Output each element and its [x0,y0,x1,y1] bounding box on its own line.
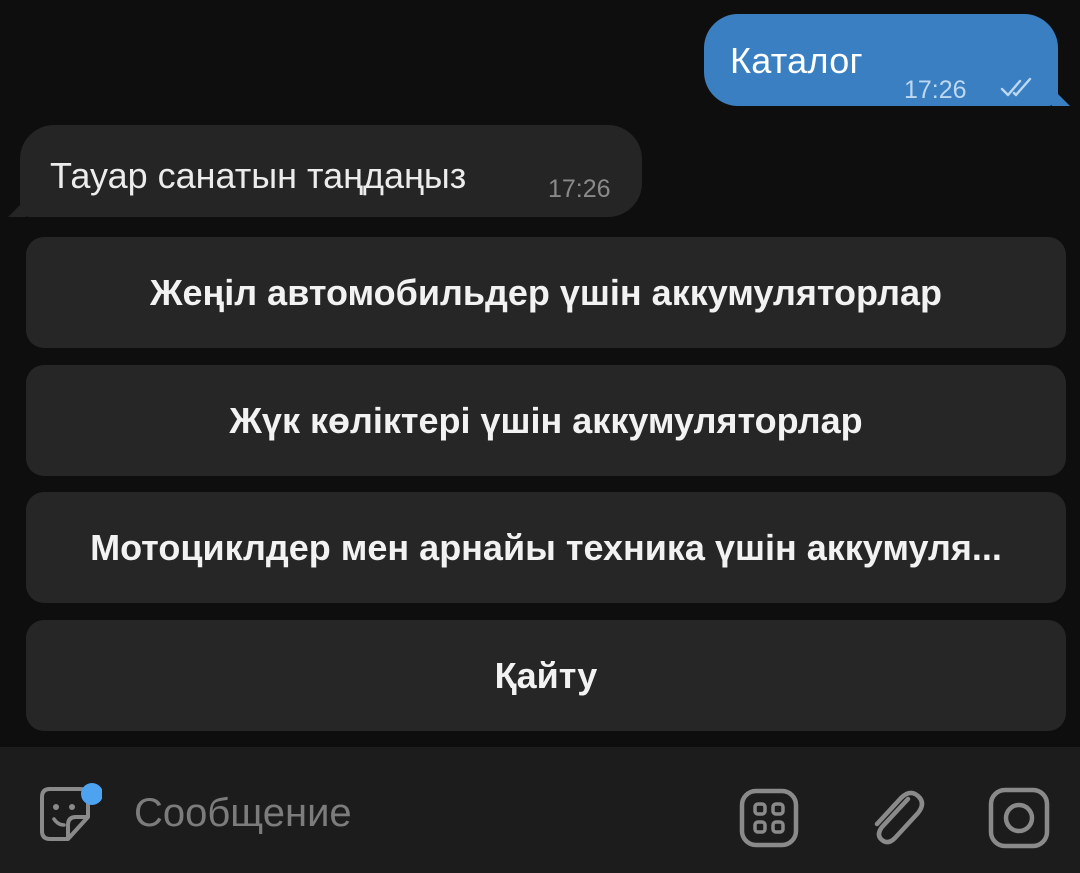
message-input-placeholder[interactable]: Сообщение [134,791,352,836]
bubble-tail [1052,88,1070,106]
outgoing-message-bubble[interactable]: Каталог 17:26 [704,14,1070,106]
attach-icon[interactable] [864,785,928,851]
camera-icon[interactable] [986,785,1052,851]
keyboard-button-label: Жүк көліктері үшін аккумуляторлар [229,399,863,441]
sticker-icon[interactable] [36,783,102,849]
keyboard-button-passenger-car-batteries[interactable]: Жеңіл автомобильдер үшін аккумуляторлар [26,237,1066,348]
outgoing-message-text: Каталог [730,40,863,81]
outgoing-message-time: 17:26 [904,76,967,104]
keyboard-button-truck-batteries[interactable]: Жүк көліктері үшін аккумуляторлар [26,365,1066,476]
keyboard-button-label: Жеңіл автомобильдер үшін аккумуляторлар [150,271,942,313]
chat-screen: Каталог 17:26 Тауар санатын таңдаңыз 17:… [0,0,1080,873]
keyboard-button-label: Қайту [494,654,598,696]
bot-keyboard-icon[interactable] [738,787,800,849]
incoming-message-text: Тауар санатын таңдаңыз [50,155,467,196]
keyboard-button-motorcycle-batteries[interactable]: Мотоциклдер мен арнайы техника үшін акку… [26,492,1066,603]
bubble-tail [8,199,26,217]
keyboard-button-back[interactable]: Қайту [26,620,1066,731]
keyboard-button-label: Мотоциклдер мен арнайы техника үшін акку… [90,526,1002,568]
message-composer: Сообщение [0,747,1080,873]
incoming-message-time: 17:26 [548,175,611,203]
incoming-message-bubble[interactable]: Тауар санатын таңдаңыз 17:26 [8,125,642,217]
double-check-icon [1000,77,1032,97]
